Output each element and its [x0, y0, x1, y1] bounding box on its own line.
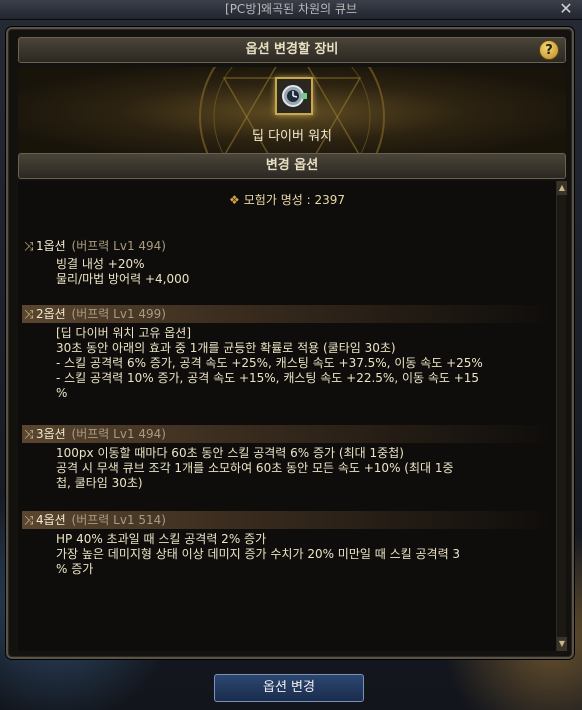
- option-line: 빙결 내성 +20%: [56, 257, 145, 271]
- option-buff-level: (버프력 Lv1 494): [71, 239, 166, 253]
- option-body-3: 100px 이동할 때마다 60초 동안 스킬 공격력 6% 증가 (최대 1중…: [56, 446, 550, 491]
- option-line: % 증가: [56, 562, 94, 576]
- reputation-emblem-icon: ❖: [229, 193, 240, 207]
- window-titlebar: [PC방]왜곡된 차원의 큐브 ✕: [0, 0, 582, 20]
- option-line: 첩, 쿨타임 30초): [56, 476, 143, 490]
- option-list-scrollbar[interactable]: ▲ ▼: [556, 181, 567, 651]
- help-icon: ?: [545, 43, 553, 58]
- reputation-row: ❖ 모험가 명성 : 2397: [18, 191, 556, 208]
- option-number: 3옵션: [36, 427, 66, 441]
- option-number: 4옵션: [36, 513, 66, 527]
- options-section-title: 변경 옵션: [265, 158, 319, 173]
- option-number: 1옵션: [36, 239, 66, 253]
- option-line: 100px 이동할 때마다 60초 동안 스킬 공격력 6% 증가 (최대 1중…: [56, 446, 404, 460]
- option-line: 공격 시 무색 큐브 조각 1개를 소모하여 60초 동안 모든 속도 +10%…: [56, 461, 454, 475]
- option-line: [딥 다이버 워치 고유 옵션]: [56, 326, 192, 340]
- option-body-4: HP 40% 초과일 때 스킬 공격력 2% 증가 가장 높은 데미지형 상태 …: [56, 532, 550, 577]
- option-list: ❖ 모험가 명성 : 2397 ⤨ 1옵션 (버프력 Lv1 494) 빙결 내성…: [18, 181, 567, 651]
- option-buff-level: (버프력 Lv1 499): [71, 307, 166, 321]
- option-line: - 스킬 공격력 10% 증가, 공격 속도 +15%, 캐스팅 속도 +22.…: [56, 371, 480, 385]
- shuffle-icon: ⤨: [24, 427, 34, 441]
- option-buff-level: (버프력 Lv1 514): [71, 513, 166, 527]
- option-line: 30초 동안 아래의 효과 중 1개를 균등한 확률로 적용 (쿨타임 30초): [56, 341, 396, 355]
- option-line: 물리/마법 방어력 +4,000: [56, 272, 190, 286]
- equipment-section-header: 옵션 변경할 장비 ?: [18, 37, 566, 63]
- option-line: - 스킬 공격력 6% 증가, 공격 속도 +25%, 캐스팅 속도 +37.5…: [56, 356, 483, 370]
- shuffle-icon: ⤨: [24, 513, 34, 527]
- window-title: [PC방]왜곡된 차원의 큐브: [225, 2, 357, 16]
- watch-icon: [277, 79, 311, 113]
- help-button[interactable]: ?: [539, 40, 559, 60]
- option-header-4: ⤨ 4옵션 (버프력 Lv1 514): [22, 511, 552, 529]
- option-header-2: ⤨ 2옵션 (버프력 Lv1 499): [22, 305, 552, 323]
- option-number: 2옵션: [36, 307, 66, 321]
- option-body-1: 빙결 내성 +20% 물리/마법 방어력 +4,000: [56, 257, 550, 287]
- equipment-item-slot[interactable]: [275, 77, 313, 115]
- equipment-display: 딥 다이버 워치: [18, 67, 566, 157]
- close-icon: ✕: [559, 0, 573, 18]
- equipment-section-title: 옵션 변경할 장비: [245, 42, 339, 57]
- option-body-2: [딥 다이버 워치 고유 옵션] 30초 동안 아래의 효과 중 1개를 균등한…: [56, 326, 550, 401]
- option-header-1: ⤨ 1옵션 (버프력 Lv1 494): [22, 237, 552, 255]
- scroll-down-arrow-icon[interactable]: ▼: [557, 637, 567, 651]
- option-line: 가장 높은 데미지형 상태 이상 데미지 증가 수치가 20% 미만일 때 스킬…: [56, 547, 461, 561]
- equipment-name: 딥 다이버 워치: [251, 129, 333, 144]
- cube-option-panel: 옵션 변경할 장비 ? 딥 다이버 워치 변경 옵션 ❖ 모험가 명성: 23…: [6, 27, 574, 659]
- option-line: %: [56, 386, 68, 400]
- close-button[interactable]: ✕: [558, 1, 574, 17]
- shuffle-icon: ⤨: [24, 307, 34, 321]
- reputation-text: 모험가 명성 : 2397: [243, 193, 345, 207]
- options-section-header: 변경 옵션: [18, 153, 566, 179]
- option-header-3: ⤨ 3옵션 (버프력 Lv1 494): [22, 425, 552, 443]
- scroll-up-arrow-icon[interactable]: ▲: [557, 181, 567, 195]
- option-buff-level: (버프력 Lv1 494): [71, 427, 166, 441]
- option-line: HP 40% 초과일 때 스킬 공격력 2% 증가: [56, 532, 267, 546]
- shuffle-icon: ⤨: [24, 239, 34, 253]
- change-option-button[interactable]: 옵션 변경: [214, 674, 364, 702]
